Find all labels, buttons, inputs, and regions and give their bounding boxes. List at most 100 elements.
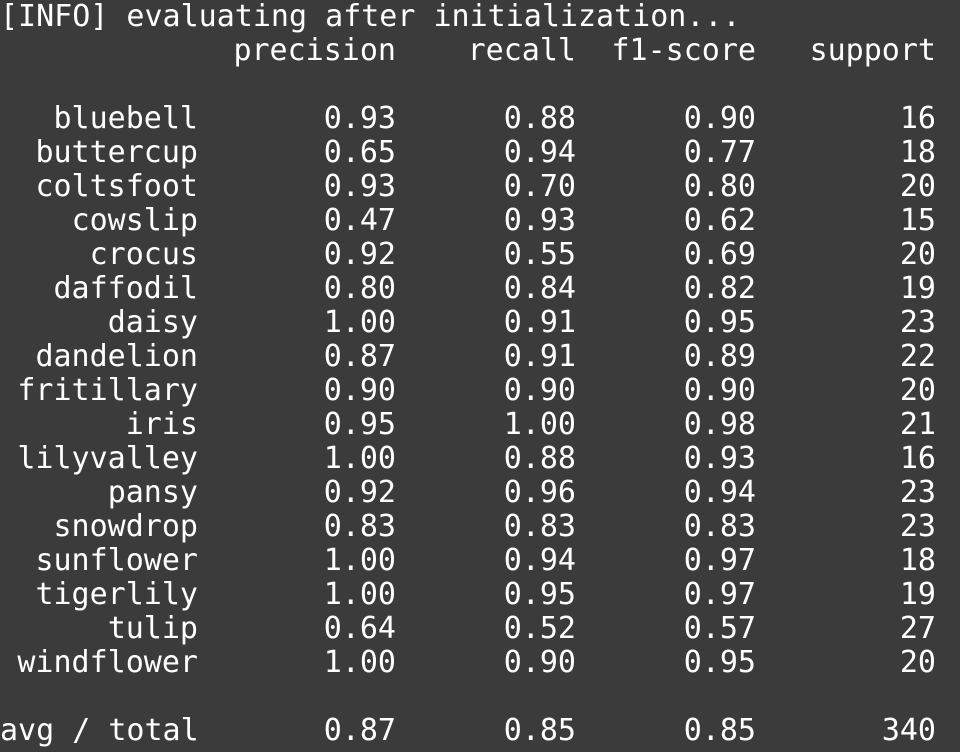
row-recall: 0.88 bbox=[503, 101, 576, 136]
row-label: bluebell bbox=[53, 101, 199, 136]
row-precision: 1.00 bbox=[323, 543, 396, 578]
total-f1-score: 0.85 bbox=[683, 713, 756, 748]
table-row: buttercup 0.65 0.94 0.77 18 bbox=[0, 136, 960, 170]
header-support: support bbox=[809, 33, 936, 68]
row-f1-score: 0.97 bbox=[683, 543, 756, 578]
row-precision: 0.65 bbox=[323, 135, 396, 170]
row-precision: 0.92 bbox=[323, 237, 396, 272]
row-support: 16 bbox=[899, 441, 936, 476]
total-row: avg / total 0.87 0.85 0.85 340 bbox=[0, 714, 960, 748]
total-precision: 0.87 bbox=[323, 713, 396, 748]
row-f1-score: 0.90 bbox=[683, 101, 756, 136]
row-label: daffodil bbox=[53, 271, 199, 306]
row-support: 19 bbox=[899, 271, 936, 306]
row-f1-score: 0.57 bbox=[683, 611, 756, 646]
row-label: cowslip bbox=[71, 203, 198, 238]
row-recall: 0.94 bbox=[503, 543, 576, 578]
row-recall: 0.55 bbox=[503, 237, 576, 272]
table-row: tigerlily 1.00 0.95 0.97 19 bbox=[0, 578, 960, 612]
row-f1-score: 0.94 bbox=[683, 475, 756, 510]
table-row: fritillary 0.90 0.90 0.90 20 bbox=[0, 374, 960, 408]
row-precision: 0.93 bbox=[323, 101, 396, 136]
row-precision: 0.80 bbox=[323, 271, 396, 306]
row-f1-score: 0.95 bbox=[683, 645, 756, 680]
row-precision: 0.92 bbox=[323, 475, 396, 510]
row-f1-score: 0.82 bbox=[683, 271, 756, 306]
row-precision: 1.00 bbox=[323, 577, 396, 612]
table-row: cowslip 0.47 0.93 0.62 15 bbox=[0, 204, 960, 238]
row-label: buttercup bbox=[35, 135, 198, 170]
table-row: coltsfoot 0.93 0.70 0.80 20 bbox=[0, 170, 960, 204]
row-label: tigerlily bbox=[35, 577, 198, 612]
row-label: coltsfoot bbox=[35, 169, 198, 204]
total-label: avg / total bbox=[0, 713, 199, 748]
row-recall: 0.91 bbox=[503, 305, 576, 340]
row-f1-score: 0.95 bbox=[683, 305, 756, 340]
row-label: iris bbox=[125, 407, 198, 442]
row-recall: 0.91 bbox=[503, 339, 576, 374]
row-support: 15 bbox=[899, 203, 936, 238]
row-recall: 0.90 bbox=[503, 645, 576, 680]
table-row: iris 0.95 1.00 0.98 21 bbox=[0, 408, 960, 442]
row-precision: 1.00 bbox=[323, 645, 396, 680]
row-support: 20 bbox=[899, 237, 936, 272]
table-row: snowdrop 0.83 0.83 0.83 23 bbox=[0, 510, 960, 544]
total-support: 340 bbox=[881, 713, 936, 748]
row-precision: 0.93 bbox=[323, 169, 396, 204]
row-f1-score: 0.89 bbox=[683, 339, 756, 374]
row-support: 20 bbox=[899, 373, 936, 408]
row-support: 20 bbox=[899, 169, 936, 204]
row-label: tulip bbox=[107, 611, 198, 646]
table-row: sunflower 1.00 0.94 0.97 18 bbox=[0, 544, 960, 578]
row-label: sunflower bbox=[35, 543, 198, 578]
row-recall: 1.00 bbox=[503, 407, 576, 442]
row-support: 23 bbox=[899, 475, 936, 510]
row-support: 18 bbox=[899, 135, 936, 170]
table-row: daffodil 0.80 0.84 0.82 19 bbox=[0, 272, 960, 306]
table-row: bluebell 0.93 0.88 0.90 16 bbox=[0, 102, 960, 136]
terminal-window: [INFO] evaluating after initialization..… bbox=[0, 0, 960, 752]
table-row: dandelion 0.87 0.91 0.89 22 bbox=[0, 340, 960, 374]
row-support: 19 bbox=[899, 577, 936, 612]
table-row: daisy 1.00 0.91 0.95 23 bbox=[0, 306, 960, 340]
table-row: windflower 1.00 0.90 0.95 20 bbox=[0, 646, 960, 680]
row-f1-score: 0.90 bbox=[683, 373, 756, 408]
row-label: lilyvalley bbox=[17, 441, 198, 476]
row-f1-score: 0.62 bbox=[683, 203, 756, 238]
row-precision: 0.95 bbox=[323, 407, 396, 442]
row-label: daisy bbox=[107, 305, 198, 340]
header-recall: recall bbox=[467, 33, 576, 68]
row-f1-score: 0.80 bbox=[683, 169, 756, 204]
table-row: tulip 0.64 0.52 0.57 27 bbox=[0, 612, 960, 646]
row-support: 22 bbox=[899, 339, 936, 374]
row-label: crocus bbox=[89, 237, 198, 272]
header-f1-score: f1-score bbox=[611, 33, 757, 68]
row-label: pansy bbox=[107, 475, 198, 510]
total-recall: 0.85 bbox=[503, 713, 576, 748]
info-line: [INFO] evaluating after initialization..… bbox=[0, 0, 741, 34]
table-row: crocus 0.92 0.55 0.69 20 bbox=[0, 238, 960, 272]
row-support: 27 bbox=[899, 611, 936, 646]
row-label: snowdrop bbox=[53, 509, 199, 544]
row-recall: 0.70 bbox=[503, 169, 576, 204]
row-precision: 0.87 bbox=[323, 339, 396, 374]
row-label: fritillary bbox=[17, 373, 198, 408]
row-recall: 0.52 bbox=[503, 611, 576, 646]
table-row: lilyvalley 1.00 0.88 0.93 16 bbox=[0, 442, 960, 476]
row-recall: 0.94 bbox=[503, 135, 576, 170]
header-precision: precision bbox=[233, 33, 396, 68]
header-row: precision recall f1-score support bbox=[0, 34, 960, 68]
row-precision: 0.83 bbox=[323, 509, 396, 544]
row-f1-score: 0.83 bbox=[683, 509, 756, 544]
row-support: 20 bbox=[899, 645, 936, 680]
row-support: 18 bbox=[899, 543, 936, 578]
row-f1-score: 0.97 bbox=[683, 577, 756, 612]
row-recall: 0.95 bbox=[503, 577, 576, 612]
row-precision: 0.64 bbox=[323, 611, 396, 646]
row-precision: 0.47 bbox=[323, 203, 396, 238]
row-recall: 0.83 bbox=[503, 509, 576, 544]
row-recall: 0.93 bbox=[503, 203, 576, 238]
row-precision: 1.00 bbox=[323, 305, 396, 340]
row-recall: 0.88 bbox=[503, 441, 576, 476]
row-recall: 0.90 bbox=[503, 373, 576, 408]
